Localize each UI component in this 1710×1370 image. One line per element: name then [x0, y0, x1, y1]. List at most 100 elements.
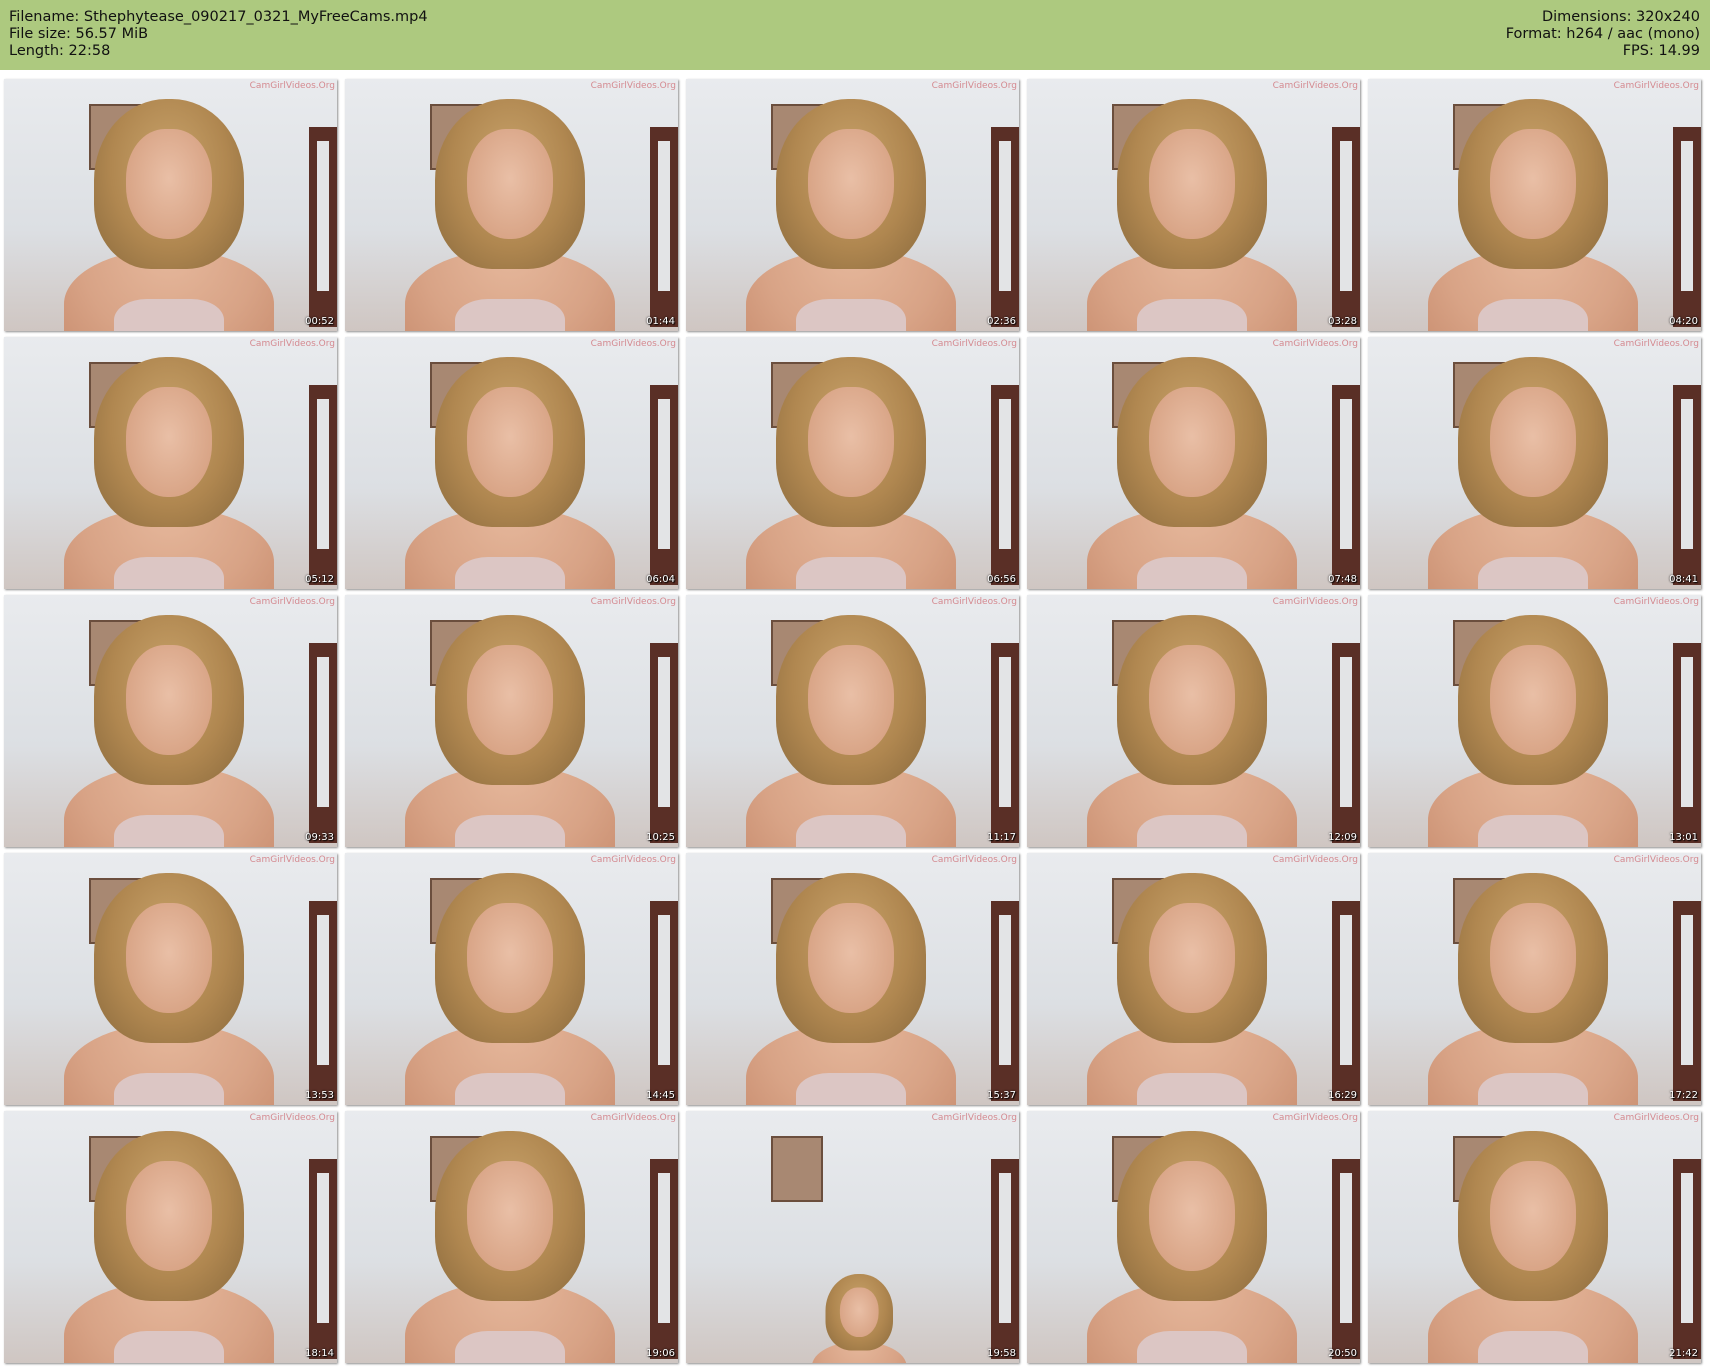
watermark-text: CamGirlVideos.Org [931, 1113, 1017, 1123]
video-frame-thumbnail: CamGirlVideos.Org 11:17 [686, 595, 1019, 847]
dimensions-text: Dimensions: 320x240 [1541, 9, 1700, 25]
watermark-text: CamGirlVideos.Org [1272, 855, 1358, 865]
frame-timestamp: 12:09 [1328, 832, 1357, 843]
door-frame [650, 643, 678, 843]
video-frame-thumbnail: CamGirlVideos.Org 19:06 [345, 1111, 678, 1363]
frame-timestamp: 01:44 [646, 316, 675, 327]
wall-picture [771, 1136, 823, 1202]
door-frame [1673, 901, 1701, 1101]
person-figure [1087, 99, 1297, 331]
person-figure [64, 1131, 274, 1363]
watermark-text: CamGirlVideos.Org [1613, 339, 1699, 349]
thumbnail-grid: CamGirlVideos.Org 00:52 CamGirlVideos.Org 0… [4, 79, 1708, 1365]
frame-timestamp: 19:06 [646, 1348, 675, 1359]
frame-timestamp: 11:17 [987, 832, 1016, 843]
frame-timestamp: 05:12 [305, 574, 334, 585]
person-figure [1087, 357, 1297, 589]
door-frame [991, 127, 1019, 327]
watermark-text: CamGirlVideos.Org [1613, 1113, 1699, 1123]
filename-text: Filename: Sthephytease_090217_0321_MyFre… [9, 9, 428, 25]
person-figure [405, 873, 615, 1105]
watermark-text: CamGirlVideos.Org [931, 81, 1017, 91]
person-figure [746, 357, 956, 589]
video-frame-thumbnail: CamGirlVideos.Org 19:58 [686, 1111, 1019, 1363]
door-frame [991, 385, 1019, 585]
frame-timestamp: 06:56 [987, 574, 1016, 585]
frame-timestamp: 09:33 [305, 832, 334, 843]
door-frame [1332, 385, 1360, 585]
watermark-text: CamGirlVideos.Org [590, 1113, 676, 1123]
door-frame [650, 127, 678, 327]
frame-timestamp: 15:37 [987, 1090, 1016, 1101]
door-frame [309, 127, 337, 327]
video-frame-thumbnail: CamGirlVideos.Org 20:50 [1027, 1111, 1360, 1363]
door-frame [991, 901, 1019, 1101]
video-frame-thumbnail: CamGirlVideos.Org 01:44 [345, 79, 678, 331]
video-frame-thumbnail: CamGirlVideos.Org 17:22 [1368, 853, 1701, 1105]
watermark-text: CamGirlVideos.Org [590, 855, 676, 865]
frame-timestamp: 13:01 [1669, 832, 1698, 843]
frame-timestamp: 06:04 [646, 574, 675, 585]
video-frame-thumbnail: CamGirlVideos.Org 21:42 [1368, 1111, 1701, 1363]
video-frame-thumbnail: CamGirlVideos.Org 06:04 [345, 337, 678, 589]
video-frame-thumbnail: CamGirlVideos.Org 05:12 [4, 337, 337, 589]
person-figure [405, 99, 615, 331]
watermark-text: CamGirlVideos.Org [590, 339, 676, 349]
video-frame-thumbnail: CamGirlVideos.Org 18:14 [4, 1111, 337, 1363]
watermark-text: CamGirlVideos.Org [590, 597, 676, 607]
door-frame [1332, 127, 1360, 327]
person-figure [746, 99, 956, 331]
file-info-left: Filename: Sthephytease_090217_0321_MyFre… [9, 9, 428, 60]
frame-timestamp: 03:28 [1328, 316, 1357, 327]
person-figure [405, 615, 615, 847]
file-info-right: Dimensions: 320x240 Format: h264 / aac (… [1506, 9, 1700, 60]
door-frame [650, 385, 678, 585]
video-frame-thumbnail: CamGirlVideos.Org 13:01 [1368, 595, 1701, 847]
person-figure [1087, 873, 1297, 1105]
watermark-text: CamGirlVideos.Org [590, 81, 676, 91]
watermark-text: CamGirlVideos.Org [249, 1113, 335, 1123]
video-frame-thumbnail: CamGirlVideos.Org 15:37 [686, 853, 1019, 1105]
fps-text: FPS: 14.99 [1622, 43, 1700, 59]
frame-timestamp: 20:50 [1328, 1348, 1357, 1359]
frame-timestamp: 14:45 [646, 1090, 675, 1101]
frame-timestamp: 17:22 [1669, 1090, 1698, 1101]
watermark-text: CamGirlVideos.Org [931, 855, 1017, 865]
frame-timestamp: 00:52 [305, 316, 334, 327]
info-header: Filename: Sthephytease_090217_0321_MyFre… [0, 0, 1710, 70]
frame-timestamp: 04:20 [1669, 316, 1698, 327]
watermark-text: CamGirlVideos.Org [249, 597, 335, 607]
frame-timestamp: 07:48 [1328, 574, 1357, 585]
watermark-text: CamGirlVideos.Org [249, 81, 335, 91]
frame-timestamp: 16:29 [1328, 1090, 1357, 1101]
frame-timestamp: 19:58 [987, 1348, 1016, 1359]
video-frame-thumbnail: CamGirlVideos.Org 02:36 [686, 79, 1019, 331]
watermark-text: CamGirlVideos.Org [1613, 597, 1699, 607]
person-figure [1428, 99, 1638, 331]
watermark-text: CamGirlVideos.Org [1613, 855, 1699, 865]
door-frame [309, 385, 337, 585]
door-frame [1332, 901, 1360, 1101]
door-frame [1673, 127, 1701, 327]
door-frame [650, 1159, 678, 1359]
watermark-text: CamGirlVideos.Org [249, 855, 335, 865]
door-frame [991, 643, 1019, 843]
video-frame-thumbnail: CamGirlVideos.Org 03:28 [1027, 79, 1360, 331]
person-figure [1087, 1131, 1297, 1363]
watermark-text: CamGirlVideos.Org [1272, 339, 1358, 349]
person-figure [64, 99, 274, 331]
frame-timestamp: 18:14 [305, 1348, 334, 1359]
door-frame [1332, 643, 1360, 843]
person-figure [746, 873, 956, 1105]
video-frame-thumbnail: CamGirlVideos.Org 00:52 [4, 79, 337, 331]
door-frame [1673, 385, 1701, 585]
door-frame [650, 901, 678, 1101]
frame-timestamp: 21:42 [1669, 1348, 1698, 1359]
frame-timestamp: 02:36 [987, 316, 1016, 327]
person-figure [405, 1131, 615, 1363]
watermark-text: CamGirlVideos.Org [249, 339, 335, 349]
person-figure [1428, 873, 1638, 1105]
frame-timestamp: 08:41 [1669, 574, 1698, 585]
video-frame-thumbnail: CamGirlVideos.Org 14:45 [345, 853, 678, 1105]
person-figure [64, 615, 274, 847]
